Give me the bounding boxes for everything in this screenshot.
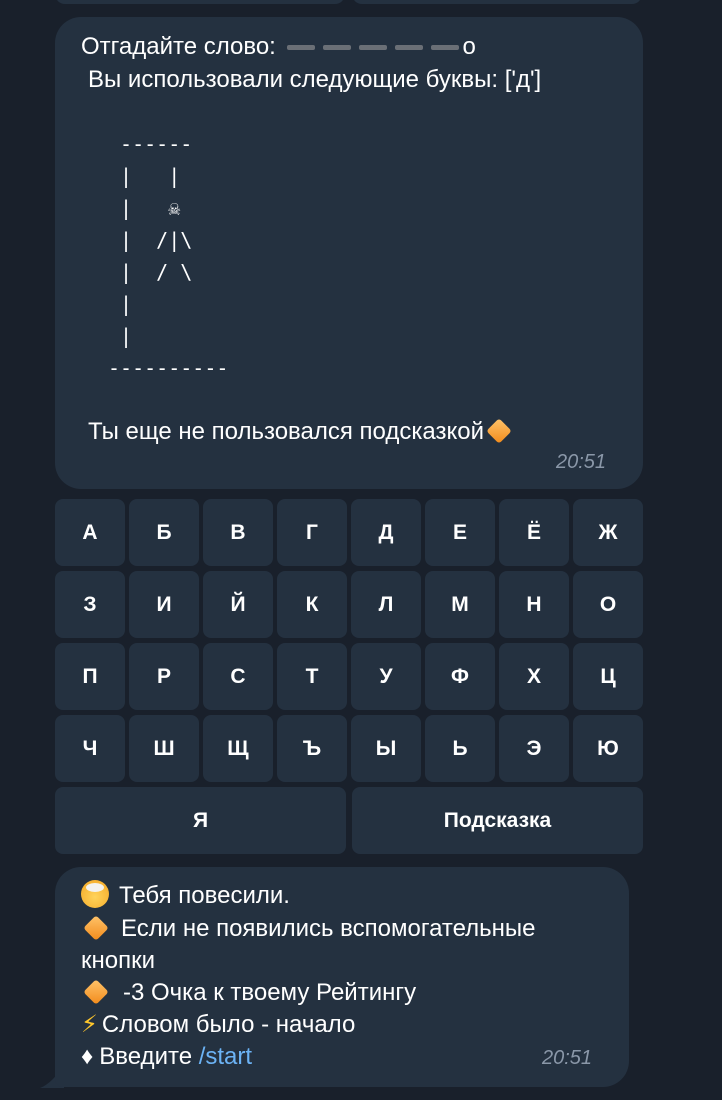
letter-key-button[interactable]: Л [351, 571, 421, 638]
result-line-word-text: Словом было - начало [101, 1011, 356, 1038]
letter-key-button[interactable]: А [55, 499, 125, 566]
hidden-letter-dash [286, 45, 315, 51]
letter-key-button[interactable]: Ц [573, 643, 643, 710]
hidden-letter-dash [322, 45, 351, 51]
letter-key-button[interactable]: Й [203, 571, 273, 638]
hint-status-text: Ты еще не пользовался подсказкой [88, 418, 484, 445]
result-line-hanged-text: Тебя повесили. [119, 882, 290, 909]
letter-key-button[interactable]: Щ [203, 715, 273, 782]
letter-key-button[interactable]: Ь [425, 715, 495, 782]
letter-key-button[interactable]: Т [277, 643, 347, 710]
result-line-start: ♦ Введите /start [81, 1041, 252, 1073]
result-line-buttons: Если не появились вспомогательные [81, 913, 536, 945]
hidden-letter-dash [358, 45, 387, 51]
letter-key-button[interactable]: Р [129, 643, 199, 710]
letter-key-button[interactable]: Э [499, 715, 569, 782]
result-line-rating: -3 Очка к твоему Рейтингу [81, 977, 416, 1009]
letter-key-button[interactable]: К [277, 571, 347, 638]
guess-word-label: Отгадайте слово: [81, 33, 276, 60]
letter-key-button[interactable]: Я [55, 787, 346, 854]
result-line-start-text: Введите [99, 1043, 193, 1070]
result-line-word: ⚡ Словом было - начало [81, 1009, 355, 1041]
letter-key-button[interactable]: М [425, 571, 495, 638]
letter-key-button[interactable]: Ю [573, 715, 643, 782]
letter-key-button[interactable]: И [129, 571, 199, 638]
black-diamond-icon: ♦ [81, 1043, 94, 1070]
letter-key-button[interactable]: Ш [129, 715, 199, 782]
letter-key-button[interactable]: Н [499, 571, 569, 638]
hint-status-line: Ты еще не пользовался подсказкой [88, 416, 516, 448]
letter-key-button[interactable]: С [203, 643, 273, 710]
letter-key-button[interactable]: У [351, 643, 421, 710]
result-line-rating-text: -3 Очка к твоему Рейтингу [123, 979, 417, 1006]
used-letters-line: Вы использовали следующие буквы: ['д'] [88, 66, 542, 93]
result-line-buttons-text: Если не появились вспомогательные [121, 915, 536, 942]
hidden-letter-dash [430, 45, 459, 51]
letter-key-button[interactable]: Х [499, 643, 569, 710]
letter-key-button[interactable]: П [55, 643, 125, 710]
letter-key-button[interactable]: Ф [425, 643, 495, 710]
result-line-buttons-cont: кнопки [81, 947, 156, 974]
orange-diamond-icon [83, 979, 109, 1005]
letter-key-button[interactable]: Ы [351, 715, 421, 782]
guess-word-line: Отгадайте слово: о [81, 31, 476, 63]
hangman-art: ------ | | | ☠ | /|\ | / \ | | ---------… [108, 132, 229, 380]
exploding-head-icon [81, 880, 109, 908]
orange-diamond-icon [486, 418, 512, 444]
lightning-icon: ⚡ [81, 1011, 98, 1038]
letter-key-button[interactable]: Б [129, 499, 199, 566]
letter-key-button[interactable]: В [203, 499, 273, 566]
letter-key-button[interactable]: Г [277, 499, 347, 566]
letter-key-button[interactable]: О [573, 571, 643, 638]
letter-key-button[interactable]: Е [425, 499, 495, 566]
hidden-letter-dash [394, 45, 423, 51]
previous-button-stub [55, 0, 345, 4]
hint-button[interactable]: Подсказка [352, 787, 643, 854]
letter-key-button[interactable]: Ё [499, 499, 569, 566]
message-timestamp: 20:51 [542, 1047, 593, 1069]
result-line-hanged: Тебя повесили. [81, 880, 290, 912]
letter-key-button[interactable]: Ъ [277, 715, 347, 782]
message-timestamp: 20:51 [556, 451, 607, 473]
orange-diamond-icon [83, 915, 109, 941]
letter-key-button[interactable]: З [55, 571, 125, 638]
hidden-letters [283, 33, 463, 60]
start-command-link[interactable]: /start [199, 1043, 252, 1070]
letter-key-button[interactable]: Д [351, 499, 421, 566]
letter-key-button[interactable]: Ж [573, 499, 643, 566]
previous-button-stub [352, 0, 642, 4]
revealed-letter: о [462, 33, 476, 60]
letter-key-button[interactable]: Ч [55, 715, 125, 782]
